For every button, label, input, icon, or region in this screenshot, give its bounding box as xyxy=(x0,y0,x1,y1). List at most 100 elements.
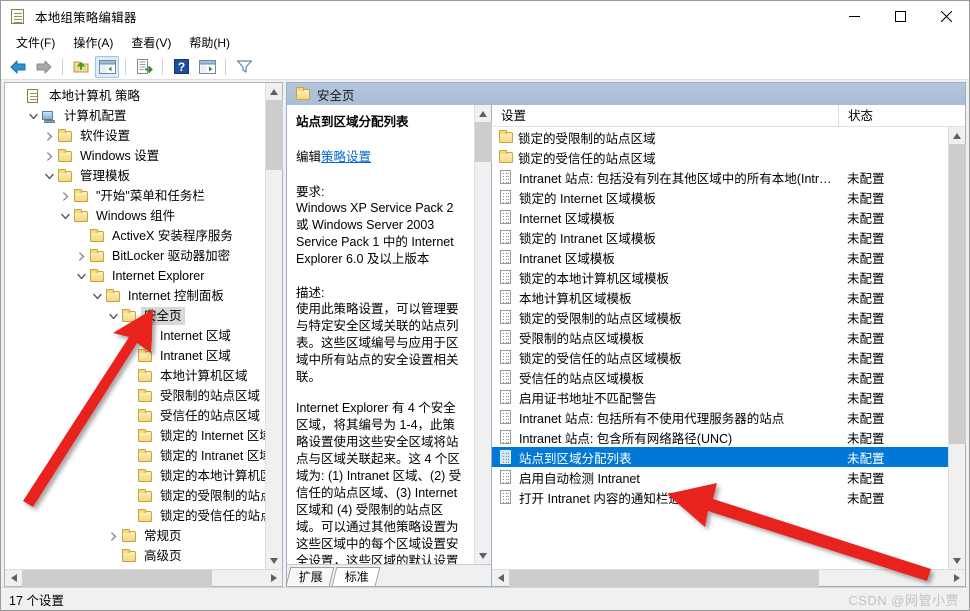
scroll-right-arrow-icon[interactable] xyxy=(948,570,965,587)
tree-horizontal-scrollbar[interactable] xyxy=(5,569,282,587)
chevron-down-icon[interactable] xyxy=(41,172,57,181)
table-row[interactable]: 打开 Intranet 内容的通知栏通知 未配置 xyxy=(492,487,948,507)
tree-node[interactable]: 锁定的本地计算机区域 xyxy=(5,466,265,486)
forward-button[interactable] xyxy=(32,56,56,78)
detail-vertical-scrollbar[interactable] xyxy=(474,105,492,564)
tree-node[interactable]: Internet 控制面板 xyxy=(5,286,265,306)
menu-action[interactable]: 操作(A) xyxy=(64,33,122,53)
table-row[interactable]: 锁定的 Internet 区域模板 未配置 xyxy=(492,187,948,207)
table-row[interactable]: 本地计算机区域模板 未配置 xyxy=(492,287,948,307)
tab-extended[interactable]: 扩展 xyxy=(285,567,335,586)
chevron-right-icon[interactable] xyxy=(41,151,57,161)
up-folder-button[interactable] xyxy=(69,56,93,78)
maximize-button[interactable] xyxy=(877,1,923,32)
table-row[interactable]: 受限制的站点区域模板 未配置 xyxy=(492,327,948,347)
tree-node[interactable]: ActiveX 安装程序服务 xyxy=(5,226,265,246)
tree-node[interactable]: 锁定的受限制的站点区域 xyxy=(5,486,265,506)
scroll-up-arrow-icon[interactable] xyxy=(266,83,283,100)
table-row[interactable]: 锁定的受限制的站点区域模板 未配置 xyxy=(492,307,948,327)
policy-tree[interactable]: 本地计算机 策略 计算机配置 软件设置 Windows 设置 管理模板 "开始"菜单和任务… xyxy=(5,83,265,569)
tree-node[interactable]: 管理模板 xyxy=(5,166,265,186)
chevron-down-icon[interactable] xyxy=(73,272,89,281)
scroll-right-arrow-icon[interactable] xyxy=(265,570,282,587)
tree-node[interactable]: BitLocker 驱动器加密 xyxy=(5,246,265,266)
table-row[interactable]: 启用证书地址不匹配警告 未配置 xyxy=(492,387,948,407)
tree-node[interactable]: "开始"菜单和任务栏 xyxy=(5,186,265,206)
column-header-state[interactable]: 状态 xyxy=(838,104,948,127)
table-row[interactable]: Intranet 区域模板 未配置 xyxy=(492,247,948,267)
edit-policy-setting-link[interactable]: 策略设置 xyxy=(321,150,371,164)
chevron-down-icon[interactable] xyxy=(105,312,121,321)
tree-node[interactable]: 受限制的站点区域 xyxy=(5,386,265,406)
menu-view[interactable]: 查看(V) xyxy=(122,33,180,53)
table-row[interactable]: Internet 区域模板 未配置 xyxy=(492,207,948,227)
detail-scroll-thumb[interactable] xyxy=(474,122,492,162)
tree-hscroll-track[interactable] xyxy=(22,569,265,587)
tree-node[interactable]: 软件设置 xyxy=(5,126,265,146)
chevron-right-icon[interactable] xyxy=(57,191,73,201)
scroll-down-arrow-icon[interactable] xyxy=(475,547,492,564)
tree-node[interactable]: 本地计算机 策略 xyxy=(5,86,265,106)
tree-node[interactable]: Intranet 区域 xyxy=(5,346,265,366)
list-hscroll-track[interactable] xyxy=(509,569,948,587)
tab-standard[interactable]: 标准 xyxy=(331,567,381,586)
menu-help[interactable]: 帮助(H) xyxy=(180,33,239,53)
chevron-right-icon[interactable] xyxy=(41,131,57,141)
table-row[interactable]: 受信任的站点区域模板 未配置 xyxy=(492,367,948,387)
table-row[interactable]: Intranet 站点: 包含所有网络路径(UNC) 未配置 xyxy=(492,427,948,447)
table-row[interactable]: 站点到区域分配列表 未配置 xyxy=(492,447,948,467)
chevron-right-icon[interactable] xyxy=(73,251,89,261)
export-list-button[interactable] xyxy=(132,56,156,78)
filter-button[interactable] xyxy=(232,56,256,78)
tree-node[interactable]: 受信任的站点区域 xyxy=(5,406,265,426)
list-hscroll-thumb[interactable] xyxy=(509,569,819,587)
list-vertical-scrollbar[interactable] xyxy=(948,127,966,569)
table-row[interactable]: 启用自动检测 Intranet 未配置 xyxy=(492,467,948,487)
tree-node[interactable]: 本地计算机区域 xyxy=(5,366,265,386)
table-row[interactable]: 锁定的本地计算机区域模板 未配置 xyxy=(492,267,948,287)
table-row[interactable]: 锁定的 Intranet 区域模板 未配置 xyxy=(492,227,948,247)
table-row[interactable]: 锁定的受限制的站点区域 xyxy=(492,127,948,147)
tree-node[interactable]: 安全页 xyxy=(5,306,265,326)
table-row[interactable]: Intranet 站点: 包括没有列在其他区域中的所有本地(Intrane...… xyxy=(492,167,948,187)
tree-node[interactable]: 锁定的受信任的站点区域 xyxy=(5,506,265,526)
scroll-left-arrow-icon[interactable] xyxy=(492,570,509,587)
tree-node[interactable]: Internet Explorer xyxy=(5,266,265,286)
tree-vertical-scrollbar[interactable] xyxy=(265,83,283,569)
scroll-up-arrow-icon[interactable] xyxy=(949,127,966,144)
list-scroll-track[interactable] xyxy=(948,144,966,552)
tree-node[interactable]: 锁定的 Intranet 区域 xyxy=(5,446,265,466)
menu-file[interactable]: 文件(F) xyxy=(7,33,64,53)
scroll-down-arrow-icon[interactable] xyxy=(266,552,283,569)
table-row[interactable]: 锁定的受信任的站点区域模板 未配置 xyxy=(492,347,948,367)
table-row[interactable]: 锁定的受信任的站点区域 xyxy=(492,147,948,167)
chevron-right-icon[interactable] xyxy=(105,531,121,541)
scroll-left-arrow-icon[interactable] xyxy=(5,570,22,587)
list-horizontal-scrollbar[interactable] xyxy=(492,569,965,587)
settings-list[interactable]: 锁定的受限制的站点区域 锁定的受信任的站点区域 Intranet 站点: 包括没有列… xyxy=(492,127,948,569)
back-button[interactable] xyxy=(6,56,30,78)
chevron-down-icon[interactable] xyxy=(25,112,41,121)
minimize-button[interactable] xyxy=(831,1,877,32)
chevron-down-icon[interactable] xyxy=(57,212,73,221)
tree-hscroll-thumb[interactable] xyxy=(22,569,212,587)
detail-scroll-track[interactable] xyxy=(474,122,492,547)
tree-node[interactable]: 计算机配置 xyxy=(5,106,265,126)
scroll-up-arrow-icon[interactable] xyxy=(475,105,492,122)
tree-node[interactable]: Windows 设置 xyxy=(5,146,265,166)
tree-scroll-thumb[interactable] xyxy=(265,100,283,170)
help-button[interactable]: ? xyxy=(169,56,193,78)
close-button[interactable] xyxy=(923,1,969,32)
show-hide-tree-button[interactable] xyxy=(95,55,119,78)
tree-node[interactable]: Internet 区域 xyxy=(5,326,265,346)
list-scroll-thumb[interactable] xyxy=(948,144,966,444)
properties-button[interactable] xyxy=(195,56,219,78)
tree-scroll-track[interactable] xyxy=(265,100,283,552)
tree-node[interactable]: 常规页 xyxy=(5,526,265,546)
tree-node[interactable]: 高级页 xyxy=(5,546,265,566)
tree-node[interactable]: Windows 组件 xyxy=(5,206,265,226)
chevron-down-icon[interactable] xyxy=(89,292,105,301)
tree-node[interactable]: 锁定的 Internet 区域 xyxy=(5,426,265,446)
table-row[interactable]: Intranet 站点: 包括所有不使用代理服务器的站点 未配置 xyxy=(492,407,948,427)
scroll-down-arrow-icon[interactable] xyxy=(949,552,966,569)
